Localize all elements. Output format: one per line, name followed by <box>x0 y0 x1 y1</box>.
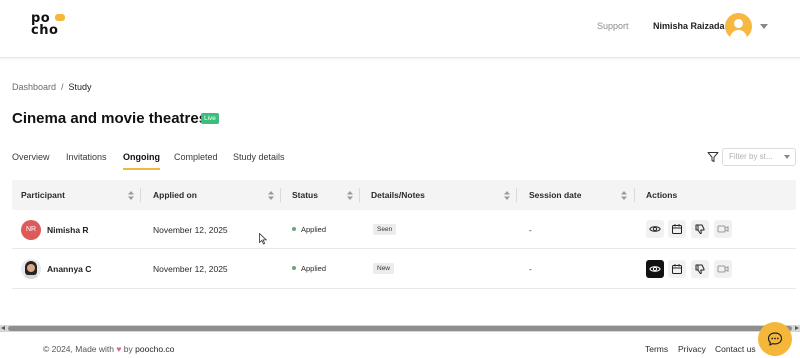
avatar-head <box>734 19 743 28</box>
scroll-left-arrow-icon[interactable] <box>1 326 5 330</box>
brand-link[interactable]: poocho.co <box>135 344 174 354</box>
video-call-button[interactable] <box>714 260 732 278</box>
avatar <box>21 259 41 279</box>
table-row[interactable]: NR Nimisha R November 12, 2025 Applied S… <box>12 210 796 249</box>
column-session-date: Session date <box>529 190 582 200</box>
user-avatar[interactable] <box>725 13 752 40</box>
status-filter-dropdown[interactable]: Filter by st... <box>722 148 796 166</box>
sort-icon[interactable] <box>128 191 134 200</box>
breadcrumb-dashboard[interactable]: Dashboard <box>12 82 56 92</box>
tab-overview[interactable]: Overview <box>12 152 50 170</box>
user-name[interactable]: Nimisha Raizada <box>653 21 725 31</box>
status-cell: Applied <box>292 225 326 234</box>
column-divider <box>634 188 635 202</box>
copyright-text: © 2024, Made with <box>43 344 114 354</box>
avatar: NR <box>21 220 41 240</box>
applied-on-date: November 12, 2025 <box>153 225 228 235</box>
column-divider <box>359 188 360 202</box>
calendar-icon <box>672 224 682 234</box>
chat-icon <box>767 332 783 346</box>
privacy-link[interactable]: Privacy <box>678 344 706 354</box>
schedule-button[interactable] <box>668 260 686 278</box>
scrollbar-thumb[interactable] <box>8 326 792 331</box>
tab-invitations[interactable]: Invitations <box>66 152 107 170</box>
eye-icon <box>649 266 661 272</box>
tab-completed[interactable]: Completed <box>174 152 218 170</box>
heart-icon: ♥ <box>116 344 122 354</box>
video-icon <box>717 265 729 273</box>
chat-button[interactable] <box>758 322 792 356</box>
footer-copyright: © 2024, Made with ♥ by poocho.co <box>43 344 174 354</box>
session-date: - <box>529 264 532 274</box>
status-dot-icon <box>292 266 296 271</box>
note-badge: Seen <box>373 224 397 235</box>
avatar-shoulders <box>730 30 747 40</box>
filter-placeholder: Filter by st... <box>729 152 773 161</box>
horizontal-scrollbar[interactable] <box>0 325 800 332</box>
reject-button[interactable] <box>691 260 709 278</box>
chevron-down-icon <box>784 155 790 159</box>
status-text: Applied <box>301 264 327 273</box>
thumbs-down-icon <box>695 264 705 274</box>
thumbs-down-icon <box>695 224 705 234</box>
user-menu-chevron-down-icon[interactable] <box>760 24 768 29</box>
status-text: Applied <box>301 225 327 234</box>
poocho-logo[interactable]: po cho <box>31 12 71 39</box>
sort-icon[interactable] <box>268 191 274 200</box>
column-actions: Actions <box>646 190 678 200</box>
tab-ongoing[interactable]: Ongoing <box>123 152 160 170</box>
contact-us-link[interactable]: Contact us <box>715 344 756 354</box>
logo-bubble-icon <box>55 14 65 21</box>
view-button[interactable] <box>646 220 664 238</box>
applied-on-date: November 12, 2025 <box>153 264 228 274</box>
table-row[interactable]: Anannya C November 12, 2025 Applied New … <box>12 250 796 289</box>
breadcrumb-study: Study <box>68 82 92 92</box>
sort-icon[interactable] <box>347 191 353 200</box>
calendar-icon <box>672 264 682 274</box>
column-divider <box>140 188 141 202</box>
sort-icon[interactable] <box>504 191 510 200</box>
participant-name[interactable]: Anannya C <box>47 264 91 274</box>
mouse-cursor-icon <box>259 233 267 245</box>
filter-icon[interactable] <box>707 151 719 163</box>
video-call-button[interactable] <box>714 220 732 238</box>
by-text: by <box>123 344 133 354</box>
avatar-face <box>27 264 35 272</box>
participant-name[interactable]: Nimisha R <box>47 225 89 235</box>
session-date: - <box>529 225 532 235</box>
status-dot-icon <box>292 227 296 232</box>
column-applied-on: Applied on <box>153 190 197 200</box>
logo-line-2: cho <box>31 23 59 38</box>
column-divider <box>516 188 517 202</box>
sort-icon[interactable] <box>621 191 627 200</box>
view-button[interactable] <box>646 260 664 278</box>
eye-icon <box>649 226 661 232</box>
note-badge: New <box>373 263 395 274</box>
status-cell: Applied <box>292 264 326 273</box>
table-header: Participant Applied on Status Details/No… <box>12 180 796 210</box>
breadcrumb-separator: / <box>61 82 64 92</box>
top-header: po cho Support Nimisha Raizada <box>0 0 800 58</box>
video-icon <box>717 225 729 233</box>
column-status: Status <box>292 190 318 200</box>
column-participant: Participant <box>21 190 65 200</box>
support-link[interactable]: Support <box>597 21 629 31</box>
page-title: Cinema and movie theatres <box>12 110 208 127</box>
scroll-right-arrow-icon[interactable] <box>795 326 799 330</box>
schedule-button[interactable] <box>668 220 686 238</box>
live-status-badge: Live <box>201 113 219 124</box>
breadcrumb: Dashboard / Study <box>12 82 92 92</box>
tab-study-details[interactable]: Study details <box>233 152 285 170</box>
column-divider <box>280 188 281 202</box>
reject-button[interactable] <box>691 220 709 238</box>
column-details-notes: Details/Notes <box>371 190 425 200</box>
terms-link[interactable]: Terms <box>645 344 668 354</box>
